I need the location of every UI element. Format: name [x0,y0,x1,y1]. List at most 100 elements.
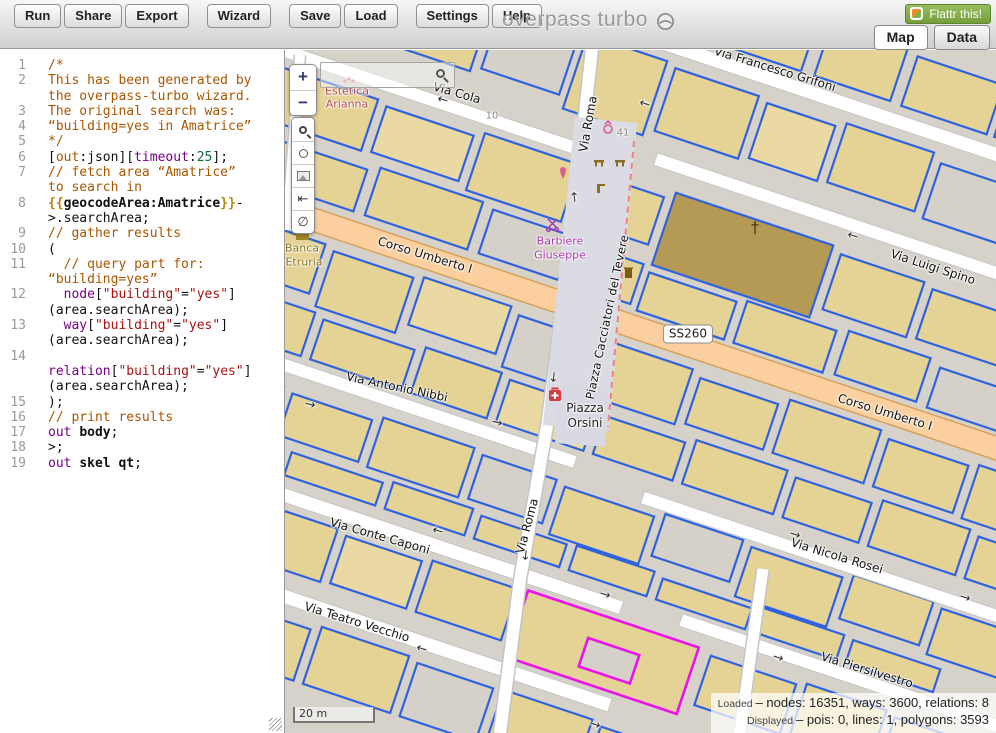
road-ref-badge: SS260 [663,325,713,344]
line-number: 15 [0,395,26,410]
line-number: 5 [0,134,26,149]
code-line: // query part for: [48,257,205,272]
code-row: 15); [0,395,284,410]
line-number: 18 [0,440,26,455]
code-line: This has been generated by [48,73,252,88]
line-number: 3 [0,104,26,119]
code-line: “building=yes” [48,272,158,287]
tab-map[interactable]: Map [874,25,928,50]
title-area: overpass turbo [502,8,675,32]
map-render [285,50,996,733]
code-line: */ [48,134,64,149]
code-row: 11 // query part for: [0,257,284,272]
scale-bar: 20 m [293,707,375,723]
header-toolbar: RunShareExportWizardSaveLoadSettingsHelp… [0,0,996,49]
line-number [0,211,26,226]
code-row: >.searchArea; [0,211,284,226]
zoom-out-button[interactable]: − [290,90,316,115]
line-number: 11 [0,257,26,272]
code-row: 14 [0,349,284,364]
status-line: Loaded – nodes: 16351, ways: 3600, relat… [718,695,989,712]
line-number: 1 [0,58,26,73]
code-line: (area.searchArea); [48,379,189,394]
code-line: out body; [48,425,118,440]
map-tool-control: ⇤ ∅ [291,117,315,234]
line-number: 9 [0,226,26,241]
status-overlay: Loaded – nodes: 16351, ways: 3600, relat… [711,693,996,733]
clear-map-button[interactable]: ∅ [292,210,314,233]
code-line: ( [48,242,56,257]
code-row: the overpass-turbo wizard. [0,89,284,104]
line-number: 13 [0,318,26,333]
code-row: “building=yes” [0,272,284,287]
locate-button[interactable] [292,141,314,164]
line-number: 12 [0,287,26,302]
code-row: 5 */ [0,134,284,149]
line-number [0,303,26,318]
code-line: The original search was: [48,104,236,119]
code-row: 3 The original search was: [0,104,284,119]
code-row: 16// print results [0,410,284,425]
export-button[interactable]: Export [125,4,188,28]
circle-icon [299,149,308,158]
share-button[interactable]: Share [64,4,122,28]
line-number [0,272,26,287]
code-line: (area.searchArea); [48,333,189,348]
map-view[interactable]: Via ColaVia Francesco GrifoniVia Luigi S… [285,50,996,733]
flattr-label: Flattr this! [929,7,982,21]
code-row: 8{{geocodeArea:Amatrice}}- [0,196,284,211]
run-button[interactable]: Run [14,4,61,28]
collapse-panel-button[interactable]: ⇤ [292,187,314,210]
editor-resize-grip[interactable] [269,718,282,731]
line-number [0,333,26,348]
code-line: [out:json][timeout:25]; [48,150,228,165]
code-line: {{geocodeArea:Amatrice}}- [48,196,244,211]
overpass-turbo-app: RunShareExportWizardSaveLoadSettingsHelp… [0,0,996,733]
line-number: 6 [0,150,26,165]
toolbar-group: RunShareExport [14,4,192,28]
code-line: out skel qt; [48,456,142,471]
line-number [0,379,26,394]
code-line: ); [48,395,64,410]
code-row: to search in [0,180,284,195]
code-row: 10( [0,242,284,257]
tab-data[interactable]: Data [934,25,990,50]
zoom-in-button[interactable]: + [290,65,316,90]
search-icon [299,126,307,134]
save-button[interactable]: Save [289,4,341,28]
line-number: 2 [0,73,26,88]
view-tabs: MapData [868,25,990,50]
code-line: way["building"="yes"] [48,318,228,333]
waste-basket-icon [624,268,633,279]
zoom-control: + − [289,64,317,116]
line-number: 16 [0,410,26,425]
wizard-button[interactable]: Wizard [207,4,272,28]
toolbar-group: Wizard [207,4,275,28]
code-line: // gather results [48,226,181,241]
code-row: 19out skel qt; [0,456,284,471]
cancel-icon: ∅ [297,215,308,230]
search-input[interactable] [323,65,433,85]
code-area: 1/*2This has been generated bythe overpa… [0,50,284,471]
overpass-turbo-logo-icon [656,12,675,31]
code-line: to search in [48,180,142,195]
line-number [0,180,26,195]
line-number [0,364,26,379]
map-canvas: Via ColaVia Francesco GrifoniVia Luigi S… [285,50,996,733]
settings-button[interactable]: Settings [416,4,489,28]
zoom-to-data-button[interactable] [292,118,314,141]
map-search-box [320,62,455,88]
code-row: 12 node["building"="yes"] [0,287,284,302]
flattr-button[interactable]: Flattr this! [905,4,991,24]
code-line: the overpass-turbo wizard. [48,89,252,104]
export-image-button[interactable] [292,164,314,187]
line-number: 7 [0,165,26,180]
flattr-icon [910,7,923,20]
collapse-left-icon: ⇤ [298,192,309,207]
load-button[interactable]: Load [344,4,397,28]
code-row: (area.searchArea); [0,379,284,394]
code-row: 17out body; [0,425,284,440]
image-icon [297,171,310,181]
query-editor[interactable]: 1/*2This has been generated bythe overpa… [0,50,285,733]
code-line [48,349,56,364]
